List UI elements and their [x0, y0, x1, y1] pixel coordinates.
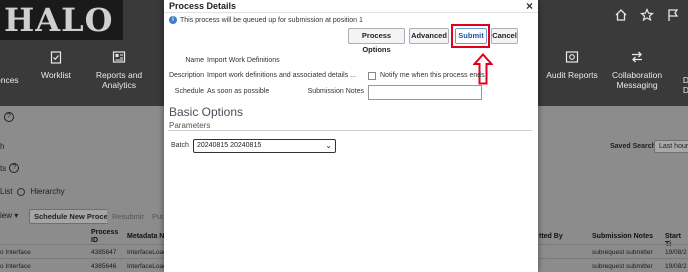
- batch-value: 20240815 20240815: [197, 142, 262, 149]
- nav-label: Audit Reports: [546, 70, 598, 80]
- section-label: h: [0, 142, 5, 151]
- saved-search-label: Saved Search: [610, 143, 656, 150]
- cell-start-time: 19/08/2: [665, 263, 687, 270]
- caret-down-icon: ▾: [14, 211, 19, 220]
- schedule-value: As soon as possible: [207, 88, 270, 95]
- nav-item-reports-analytics[interactable]: Reports and Analytics: [94, 50, 144, 90]
- col-header-submission-notes[interactable]: Submission Notes: [592, 233, 653, 241]
- divider: [164, 12, 538, 13]
- clipboard-icon: [50, 51, 62, 64]
- col-header-metadata[interactable]: Metadata N: [127, 233, 164, 241]
- star-icon[interactable]: [640, 8, 654, 22]
- advanced-button[interactable]: Advanced: [409, 28, 449, 44]
- cell-process-id: 4385647: [91, 249, 117, 256]
- top-icon-bar: [614, 8, 680, 22]
- nav-item-preferences[interactable]: ences: [0, 75, 19, 85]
- arrow-up-icon: [473, 53, 493, 85]
- cancel-button[interactable]: Cancel: [491, 28, 518, 44]
- view-toggle: List Hierarchy: [0, 187, 65, 196]
- cell-metadata: InterfaceLoad: [127, 249, 167, 256]
- hierarchy-radio-label[interactable]: Hierarchy: [30, 187, 64, 196]
- view-menu[interactable]: iew ▾: [0, 211, 18, 220]
- chart-icon: [112, 51, 126, 63]
- nav-label: Worklist: [40, 70, 72, 80]
- cell-name: o Interface: [0, 263, 31, 270]
- nav-label: ences: [0, 75, 19, 85]
- resubmit-button[interactable]: Resubmit: [107, 209, 149, 224]
- name-value: Import Work Definitions: [207, 57, 280, 64]
- help-icon[interactable]: ?: [4, 112, 14, 122]
- cell-submission-notes: subrequest submitter: [592, 249, 653, 256]
- dialog-title: Process Details: [169, 1, 237, 11]
- flag-icon[interactable]: [666, 8, 680, 22]
- cell-submission-notes: subrequest submitter: [592, 263, 653, 270]
- notify-label[interactable]: Notify me when this process ends: [380, 72, 485, 79]
- nav-item-worklist[interactable]: Worklist: [40, 50, 72, 80]
- description-value[interactable]: Import work definitions and associated d…: [207, 72, 356, 79]
- batch-select[interactable]: 20240815 20240815 ⌄: [193, 139, 336, 153]
- cell-process-id: 4385646: [91, 263, 117, 270]
- cell-name: o Interface: [0, 249, 31, 256]
- nav-item-collaboration-messaging[interactable]: Collaboration Messaging: [610, 50, 664, 90]
- notify-checkbox[interactable]: [368, 72, 376, 80]
- basic-options-heading: Basic Options: [169, 105, 244, 119]
- audit-icon: [565, 51, 579, 63]
- logo-text: HALO: [4, 1, 114, 39]
- info-icon: i: [169, 16, 177, 24]
- parameters-heading: Parameters: [169, 121, 211, 130]
- col-header-submitted-by[interactable]: tted By: [539, 233, 563, 241]
- submission-notes-input[interactable]: [368, 85, 482, 100]
- nav-item-partial[interactable]: D D: [680, 75, 688, 95]
- nav-label: Collaboration Messaging: [611, 70, 663, 90]
- exchange-icon: [632, 51, 642, 63]
- info-text: This process will be queued up for submi…: [180, 16, 363, 24]
- cell-metadata: InterfaceLoad: [127, 263, 167, 270]
- nav-item-audit-reports[interactable]: Audit Reports: [546, 50, 598, 80]
- hierarchy-radio[interactable]: [17, 187, 26, 196]
- submission-notes-label: Submission Notes: [307, 88, 364, 95]
- schedule-label: Schedule: [174, 88, 204, 95]
- batch-label: Batch: [171, 142, 189, 149]
- divider: [168, 130, 532, 131]
- nav-label: D D: [682, 75, 688, 95]
- section-ts-label: ts: [0, 163, 7, 173]
- section-ts: ts ?: [0, 163, 20, 173]
- saved-search-select[interactable]: Last hour: [654, 140, 688, 153]
- nav-label: Reports and Analytics: [95, 70, 143, 90]
- col-header-start-time[interactable]: Start Ti: [665, 233, 688, 249]
- chevron-down-icon: ⌄: [325, 141, 332, 150]
- logo: HALO: [0, 0, 123, 40]
- home-icon[interactable]: [614, 8, 628, 22]
- submit-highlight-box: [451, 24, 490, 48]
- process-options-button[interactable]: Process Options: [348, 28, 405, 54]
- view-menu-label: iew: [0, 211, 13, 220]
- help-icon[interactable]: ?: [9, 163, 20, 173]
- col-header-process-id[interactable]: Process ID: [91, 229, 121, 245]
- cell-start-time: 19/08/2: [665, 249, 687, 256]
- description-label: Description: [168, 72, 204, 79]
- list-radio-label[interactable]: List: [0, 187, 12, 196]
- info-message: i This process will be queued up for sub…: [169, 16, 363, 24]
- name-label: Name: [185, 57, 204, 64]
